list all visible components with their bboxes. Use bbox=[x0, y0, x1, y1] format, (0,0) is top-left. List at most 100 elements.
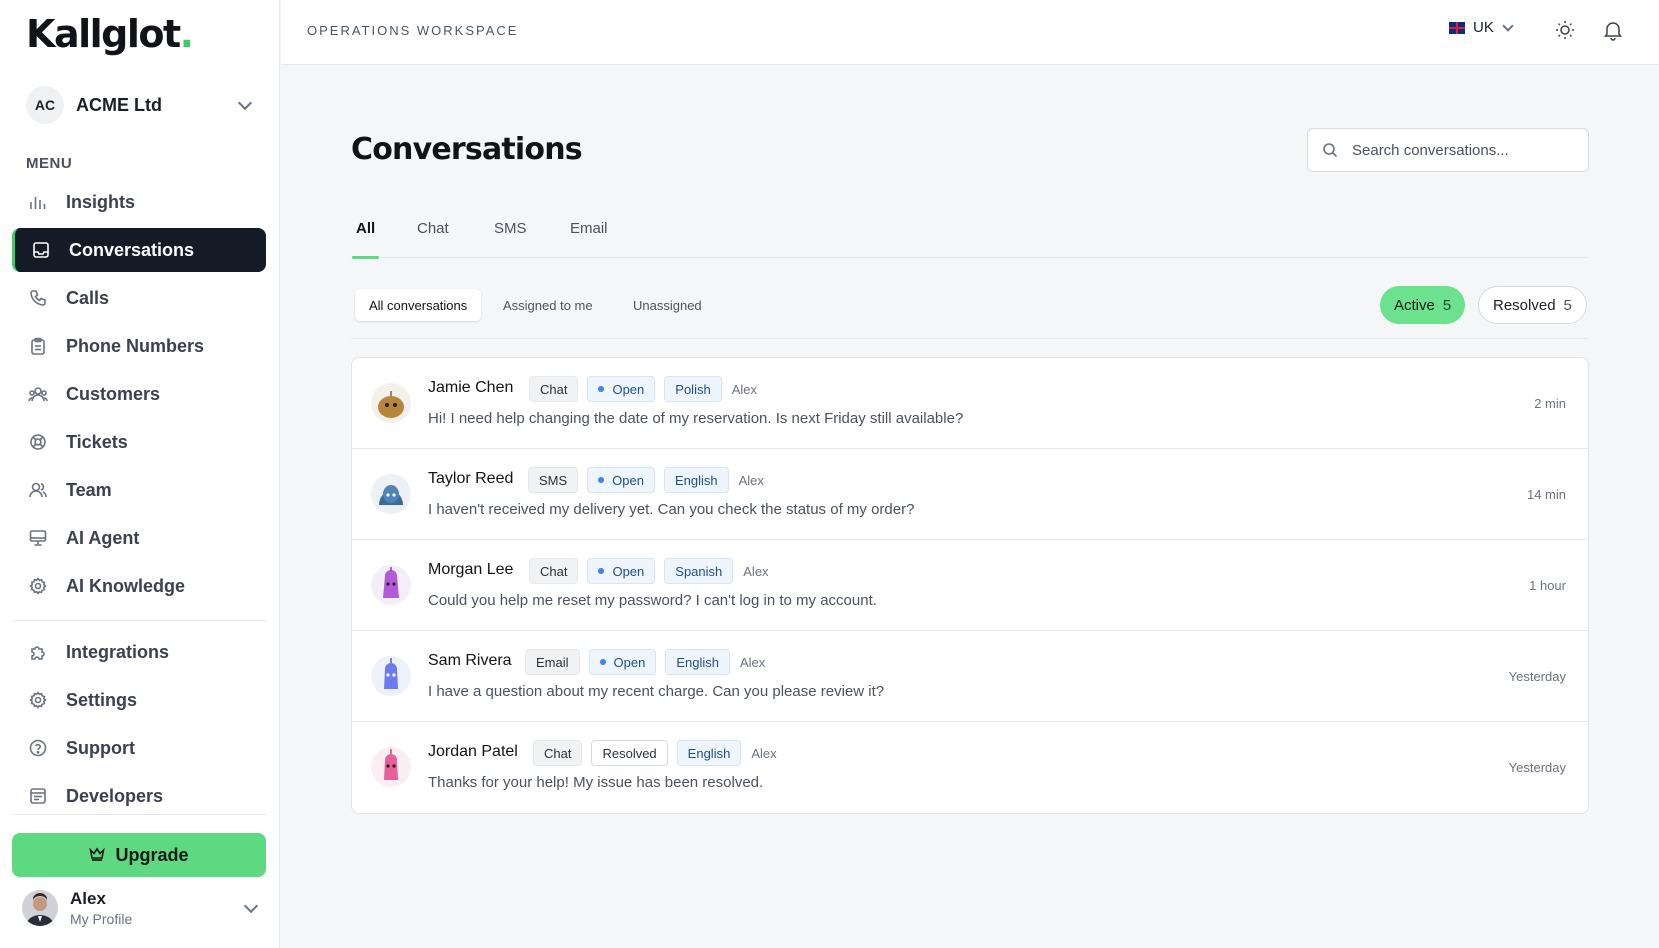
tab-all[interactable]: All bbox=[351, 220, 380, 259]
menu-label: MENU bbox=[26, 155, 73, 172]
sidebar-item-tickets[interactable]: Tickets bbox=[12, 420, 266, 464]
search-box[interactable] bbox=[1307, 128, 1589, 172]
help-icon bbox=[28, 738, 48, 758]
team-icon bbox=[28, 480, 48, 500]
sidebar-item-developers[interactable]: Developers bbox=[12, 774, 266, 818]
conversation-row[interactable]: Jordan Patel Chat Resolved English Alex … bbox=[352, 722, 1588, 813]
users-icon bbox=[28, 384, 48, 404]
inbox-icon bbox=[31, 240, 51, 260]
pill-label: Resolved bbox=[1493, 296, 1556, 314]
bar-chart-icon bbox=[28, 192, 48, 212]
status-badge: Open bbox=[587, 376, 656, 402]
tab-email[interactable]: Email bbox=[570, 220, 608, 258]
profile-menu[interactable]: Alex My Profile bbox=[22, 886, 262, 930]
top-bar: OPERATIONS WORKSPACE UK bbox=[281, 0, 1659, 65]
sidebar-divider bbox=[12, 620, 266, 621]
conversation-row[interactable]: Sam Rivera Email Open English Alex I hav… bbox=[352, 631, 1588, 722]
upgrade-button[interactable]: Upgrade bbox=[12, 833, 266, 877]
status-badge: Resolved bbox=[591, 740, 668, 766]
search-input[interactable] bbox=[1352, 141, 1572, 159]
sidebar-item-support[interactable]: Support bbox=[12, 726, 266, 770]
sidebar: Kallglot. AC ACME Ltd MENU Insights Conv… bbox=[0, 0, 280, 948]
customer-name: Sam Rivera bbox=[428, 652, 512, 669]
message-time: 1 hour bbox=[1529, 578, 1566, 593]
status-dot-icon bbox=[598, 386, 605, 392]
sidebar-item-integrations[interactable]: Integrations bbox=[12, 630, 266, 674]
customer-avatar bbox=[370, 655, 412, 697]
bell-icon bbox=[1604, 22, 1622, 41]
message-preview: I haven't received my delivery yet. Can … bbox=[428, 501, 915, 518]
sidebar-item-label: Conversations bbox=[69, 239, 195, 260]
customer-avatar bbox=[370, 473, 412, 515]
tab-sms[interactable]: SMS bbox=[494, 220, 527, 258]
sidebar-divider bbox=[12, 814, 266, 815]
customer-name: Morgan Lee bbox=[428, 561, 514, 578]
tab-chat[interactable]: Chat bbox=[417, 220, 449, 258]
crown-icon bbox=[89, 845, 106, 866]
app-logo[interactable]: Kallglot. bbox=[26, 12, 194, 56]
channel-badge: Chat bbox=[533, 740, 583, 766]
profile-subtitle: My Profile bbox=[70, 911, 133, 927]
clipboard-icon bbox=[28, 336, 48, 356]
language-badge: Spanish bbox=[664, 558, 734, 584]
assigned-agent: Alex bbox=[739, 654, 766, 670]
status-dot-icon bbox=[598, 568, 605, 574]
channel-badge: Chat bbox=[529, 558, 579, 584]
message-time: 14 min bbox=[1526, 487, 1566, 502]
gear-icon bbox=[28, 576, 48, 596]
message-time: Yesterday bbox=[1508, 669, 1566, 684]
org-switcher[interactable]: AC ACME Ltd bbox=[26, 86, 256, 124]
sidebar-item-conversations[interactable]: Conversations bbox=[12, 228, 266, 272]
customer-avatar bbox=[370, 564, 412, 606]
org-name: ACME Ltd bbox=[76, 94, 162, 115]
filter-all-conversations[interactable]: All conversations bbox=[355, 289, 482, 321]
channel-tabs: All Chat SMS Email bbox=[351, 208, 1589, 259]
conversation-row[interactable]: Taylor Reed SMS Open English Alex I have… bbox=[352, 449, 1588, 540]
locale-selector[interactable]: UK bbox=[1449, 19, 1518, 36]
message-preview: Thanks for your help! My issue has been … bbox=[428, 774, 764, 791]
sidebar-item-ai-agent[interactable]: AI Agent bbox=[12, 516, 266, 560]
assigned-agent: Alex bbox=[743, 563, 769, 579]
sidebar-item-label: Settings bbox=[66, 689, 138, 710]
sidebar-item-phone-numbers[interactable]: Phone Numbers bbox=[12, 324, 266, 368]
customer-avatar bbox=[370, 746, 412, 788]
channel-badge: Email bbox=[525, 649, 580, 675]
lifebuoy-icon bbox=[28, 432, 48, 452]
language-badge: Polish bbox=[664, 376, 722, 402]
customer-name: Jordan Patel bbox=[428, 743, 518, 760]
sidebar-item-label: AI Knowledge bbox=[66, 575, 186, 596]
sidebar-item-customers[interactable]: Customers bbox=[12, 372, 266, 416]
conversation-list: Jamie Chen Chat Open Polish Alex Hi! I n… bbox=[351, 357, 1589, 814]
org-avatar: AC bbox=[26, 86, 64, 124]
conversation-tags: SMS Open English Alex bbox=[528, 467, 764, 493]
theme-toggle-button[interactable] bbox=[1554, 19, 1576, 41]
filter-assigned-to-me[interactable]: Assigned to me bbox=[489, 289, 607, 321]
chevron-down-icon bbox=[1502, 19, 1514, 32]
settings-icon bbox=[28, 690, 48, 710]
upgrade-label: Upgrade bbox=[115, 844, 189, 865]
conversation-tags: Chat Open Spanish Alex bbox=[529, 558, 769, 584]
filter-bar: All conversations Assigned to me Unassig… bbox=[351, 284, 1589, 339]
sidebar-item-ai-knowledge[interactable]: AI Knowledge bbox=[12, 564, 266, 608]
conversation-row[interactable]: Morgan Lee Chat Open Spanish Alex Could … bbox=[352, 540, 1588, 631]
channel-badge: SMS bbox=[528, 467, 579, 493]
pill-count: 5 bbox=[1563, 296, 1572, 314]
notifications-button[interactable] bbox=[1602, 19, 1624, 41]
resolved-filter-pill[interactable]: Resolved 5 bbox=[1478, 286, 1587, 324]
conversation-tags: Email Open English Alex bbox=[525, 649, 765, 675]
workspace-label: OPERATIONS WORKSPACE bbox=[307, 23, 519, 38]
conversation-row[interactable]: Jamie Chen Chat Open Polish Alex Hi! I n… bbox=[352, 358, 1588, 449]
sidebar-item-label: Support bbox=[66, 737, 135, 758]
sidebar-item-label: Team bbox=[66, 479, 112, 500]
active-filter-pill[interactable]: Active 5 bbox=[1380, 286, 1466, 324]
avatar bbox=[22, 890, 58, 926]
sidebar-item-insights[interactable]: Insights bbox=[12, 180, 266, 224]
sidebar-item-settings[interactable]: Settings bbox=[12, 678, 266, 722]
sidebar-item-team[interactable]: Team bbox=[12, 468, 266, 512]
profile-name: Alex bbox=[70, 889, 106, 908]
filter-unassigned[interactable]: Unassigned bbox=[619, 289, 716, 321]
customer-name: Jamie Chen bbox=[428, 379, 514, 396]
message-preview: I have a question about my recent charge… bbox=[428, 683, 885, 700]
chevron-down-icon bbox=[237, 95, 253, 111]
sidebar-item-calls[interactable]: Calls bbox=[12, 276, 266, 320]
